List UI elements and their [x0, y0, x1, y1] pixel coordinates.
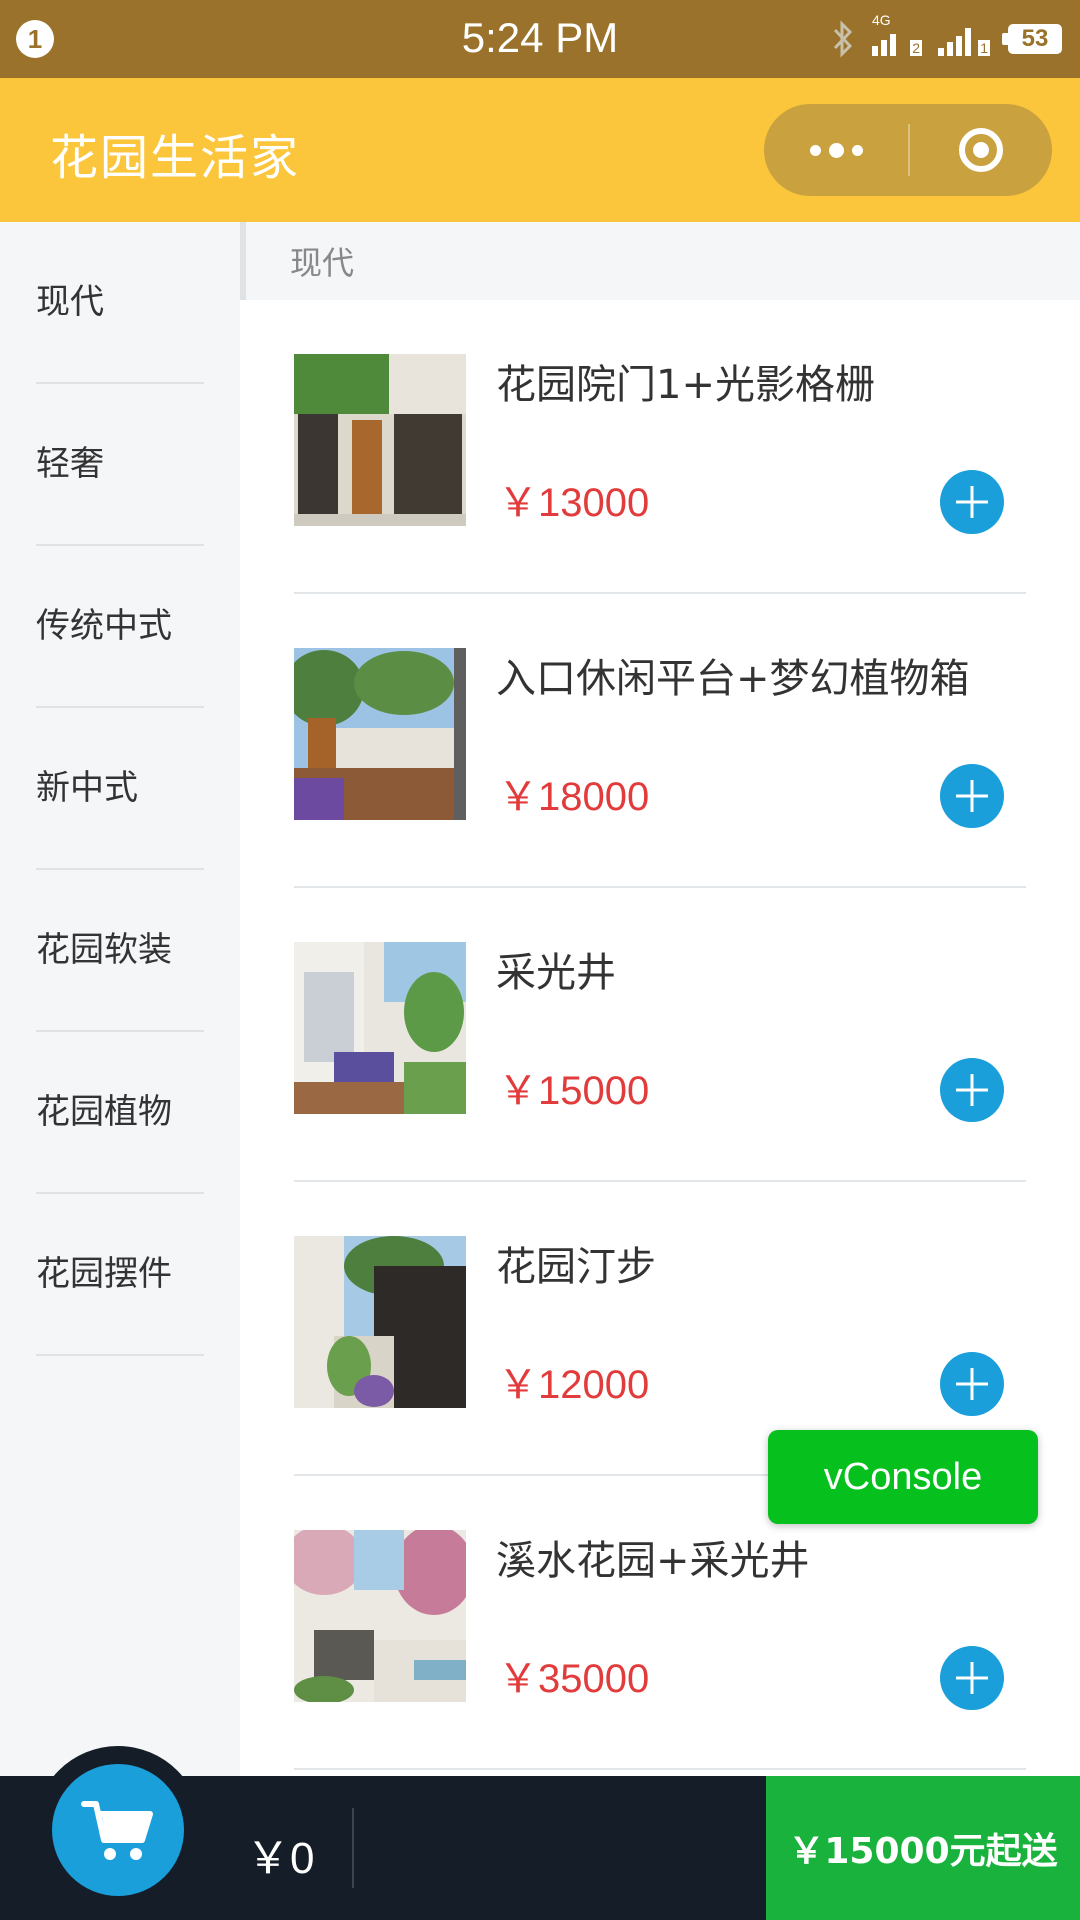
section-title: 现代: [246, 222, 1080, 300]
product-image: [294, 942, 466, 1114]
product-price: ￥13000: [498, 481, 650, 525]
product-name: 花园院门1+光影格栅: [496, 362, 875, 408]
sidebar-item-garden-ornaments[interactable]: 花园摆件: [0, 1194, 240, 1356]
list-item[interactable]: 入口休闲平台+梦幻植物箱 ￥18000: [246, 594, 1080, 888]
miniprogram-capsule: [764, 104, 1052, 196]
cart-button[interactable]: [34, 1746, 202, 1914]
add-to-cart-button[interactable]: [940, 764, 1004, 828]
sidebar-item-new-chinese[interactable]: 新中式: [0, 708, 240, 870]
product-image: [294, 354, 466, 526]
sidebar-item-garden-decor[interactable]: 花园软装: [0, 870, 240, 1032]
plus-icon: [956, 486, 988, 518]
product-price: ￥18000: [498, 775, 650, 819]
battery-icon: 53: [1002, 24, 1062, 54]
sidebar-item-light-luxury[interactable]: 轻奢: [0, 384, 240, 546]
product-name: 入口休闲平台+梦幻植物箱: [496, 656, 970, 702]
sidebar-item-modern[interactable]: 现代: [0, 222, 240, 384]
product-price: ￥35000: [498, 1657, 650, 1701]
product-image: [294, 1236, 466, 1408]
cart-total: ￥0: [246, 1834, 315, 1883]
plus-icon: [956, 1074, 988, 1106]
product-price: ￥15000: [498, 1069, 650, 1113]
add-to-cart-button[interactable]: [940, 1058, 1004, 1122]
add-to-cart-button[interactable]: [940, 470, 1004, 534]
add-to-cart-button[interactable]: [940, 1352, 1004, 1416]
sim1-label: 2: [910, 40, 922, 56]
product-image: [294, 1530, 466, 1702]
plus-icon: [956, 1368, 988, 1400]
signal-icon-sim2: 1: [938, 22, 994, 56]
list-item[interactable]: 采光井 ￥15000: [246, 888, 1080, 1182]
product-name: 采光井: [496, 950, 616, 996]
signal-icon-sim1: 4G 2: [872, 12, 924, 56]
network-type-label: 4G: [872, 12, 891, 28]
target-close-icon[interactable]: [910, 104, 1052, 196]
bluetooth-icon: [833, 20, 853, 58]
page-title: 花园生活家: [50, 130, 301, 186]
more-dots-icon[interactable]: [764, 104, 908, 196]
sidebar-item-traditional-chinese[interactable]: 传统中式: [0, 546, 240, 708]
status-icons: 4G 2 1 53: [828, 12, 1062, 60]
product-name: 花园汀步: [496, 1244, 656, 1290]
category-sidebar: 现代 轻奢 传统中式 新中式 花园软装 花园植物 花园摆件: [0, 222, 240, 1776]
sidebar-item-garden-plants[interactable]: 花园植物: [0, 1032, 240, 1194]
add-to-cart-button[interactable]: [940, 1646, 1004, 1710]
list-item[interactable]: 花园院门1+光影格栅 ￥13000: [246, 300, 1080, 594]
product-list: 花园院门1+光影格栅 ￥13000 入口休闲平台+梦幻植物箱 ￥18000 采光…: [246, 300, 1080, 1770]
shopping-cart-icon: [81, 1801, 153, 1860]
plus-icon: [956, 1662, 988, 1694]
cart-divider: [352, 1808, 354, 1888]
product-image: [294, 648, 466, 820]
product-name: 溪水花园+采光井: [496, 1538, 810, 1584]
min-order-button[interactable]: ￥15000元起送: [766, 1776, 1080, 1920]
plus-icon: [956, 780, 988, 812]
nav-bar: 花园生活家: [0, 78, 1080, 222]
sim2-label: 1: [978, 40, 990, 56]
vconsole-button[interactable]: vConsole: [768, 1430, 1038, 1524]
status-bar: 1 5:24 PM 4G 2 1 53: [0, 0, 1080, 78]
product-price: ￥12000: [498, 1363, 650, 1407]
